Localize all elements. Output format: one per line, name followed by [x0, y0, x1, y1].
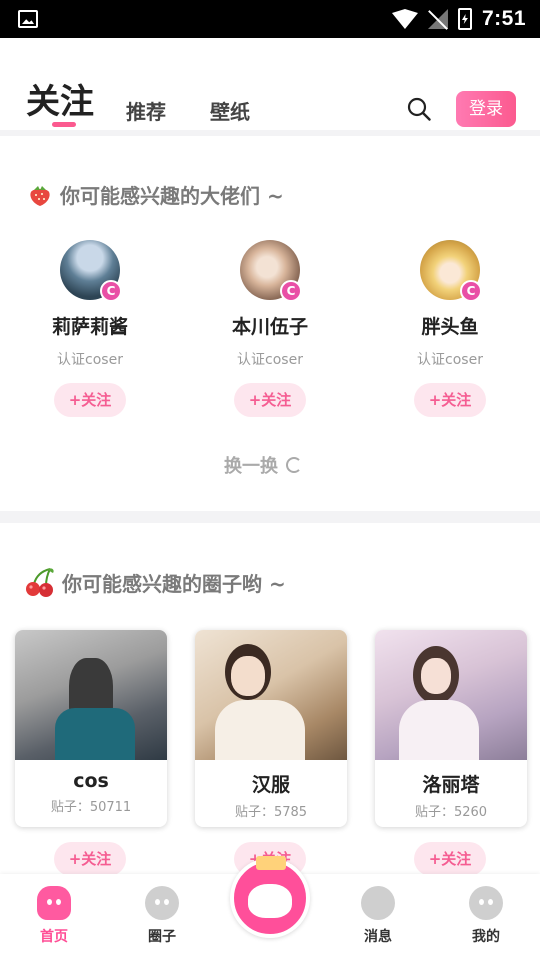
tab-wallpaper[interactable]: 壁纸: [210, 96, 250, 125]
users-section-title-text: 你可能感兴趣的大佬们 ~: [60, 184, 284, 208]
circle-card[interactable]: 汉服 贴子：5785: [195, 630, 347, 827]
nav-profile[interactable]: 我的: [446, 874, 526, 946]
nav-profile-label: 我的: [472, 929, 500, 945]
circle-card[interactable]: 洛丽塔 贴子：5260: [375, 630, 527, 827]
follow-button[interactable]: +关注: [234, 383, 306, 417]
circle-follow-button[interactable]: +关注: [414, 842, 486, 876]
circle-post-count: 贴子：50711: [50, 800, 132, 815]
circle-cover-image: [15, 630, 167, 760]
cherry-icon: [26, 568, 54, 597]
status-icons: 7:51: [391, 6, 526, 32]
profile-icon: [469, 886, 503, 920]
mascot-hat-icon: [256, 856, 286, 870]
circle-follow-button[interactable]: +关注: [54, 842, 126, 876]
no-signal-icon: [428, 9, 448, 29]
status-time: 7:51: [481, 7, 526, 30]
active-tab-indicator: [52, 122, 76, 127]
certified-badge: C: [280, 280, 302, 302]
circle-post-count: 贴子：5260: [414, 805, 488, 820]
circles-section-title-text: 你可能感兴趣的圈子哟 ~: [62, 571, 286, 596]
top-header: 关注 推荐 壁纸 登录: [0, 38, 540, 130]
gallery-notification-icon: [18, 10, 38, 28]
tab-recommend[interactable]: 推荐: [126, 96, 166, 125]
nav-circles-label: 圈子: [148, 929, 176, 945]
users-section-title: 你可能感兴趣的大佬们 ~: [26, 180, 284, 209]
messages-icon: [361, 886, 395, 920]
circle-name: cos: [73, 770, 109, 792]
nav-messages-label: 消息: [364, 929, 392, 945]
avatar[interactable]: C: [240, 240, 302, 302]
user-name: 莉萨莉酱: [51, 316, 128, 338]
user-name: 本川伍子: [231, 316, 308, 338]
user-role: 认证coser: [237, 352, 303, 368]
follow-button[interactable]: +关注: [54, 383, 126, 417]
refresh-icon: [286, 457, 302, 473]
refresh-label: 换一换: [224, 456, 278, 477]
bottom-navigation: 首页 圈子 消息 我的: [0, 856, 540, 960]
wifi-icon: [391, 9, 418, 29]
circles-section-title: 你可能感兴趣的圈子哟 ~: [22, 566, 286, 598]
circle-card[interactable]: cos 贴子：50711: [15, 630, 167, 827]
user-name: 胖头鱼: [421, 316, 479, 338]
center-create-button[interactable]: [230, 856, 310, 938]
circles-planet-icon: [145, 886, 179, 920]
circle-name: 汉服: [251, 774, 290, 796]
status-bar: 7:51: [0, 0, 540, 38]
nav-home[interactable]: 首页: [14, 874, 94, 946]
search-icon[interactable]: [407, 97, 431, 121]
user-role: 认证coser: [417, 352, 483, 368]
certified-badge: C: [100, 280, 122, 302]
refresh-button[interactable]: 换一换: [224, 452, 302, 478]
circle-cover-image: [195, 630, 347, 760]
section-divider: [0, 511, 540, 523]
recommended-user-card[interactable]: C 本川伍子 认证coser +关注: [210, 240, 330, 417]
nav-circles[interactable]: 圈子: [122, 874, 202, 946]
circle-name: 洛丽塔: [422, 774, 480, 796]
avatar[interactable]: C: [60, 240, 122, 302]
tab-follow-label: 关注: [26, 82, 94, 122]
nav-home-label: 首页: [40, 929, 68, 945]
login-button[interactable]: 登录: [456, 91, 516, 127]
circle-cover-image: [375, 630, 527, 760]
mascot-face-icon: [248, 884, 292, 918]
follow-button[interactable]: +关注: [414, 383, 486, 417]
nav-messages[interactable]: 消息: [338, 874, 418, 946]
strawberry-icon: [30, 185, 50, 206]
battery-charging-icon: [457, 8, 472, 30]
avatar[interactable]: C: [420, 240, 482, 302]
circle-post-count: 贴子：5785: [234, 805, 308, 820]
header-divider: [0, 130, 540, 136]
recommended-user-card[interactable]: C 莉萨莉酱 认证coser +关注: [30, 240, 150, 417]
recommended-user-card[interactable]: C 胖头鱼 认证coser +关注: [390, 240, 510, 417]
home-ghost-icon: [37, 886, 71, 920]
tab-follow[interactable]: 关注: [26, 74, 94, 127]
user-role: 认证coser: [57, 352, 123, 368]
certified-badge: C: [460, 280, 482, 302]
